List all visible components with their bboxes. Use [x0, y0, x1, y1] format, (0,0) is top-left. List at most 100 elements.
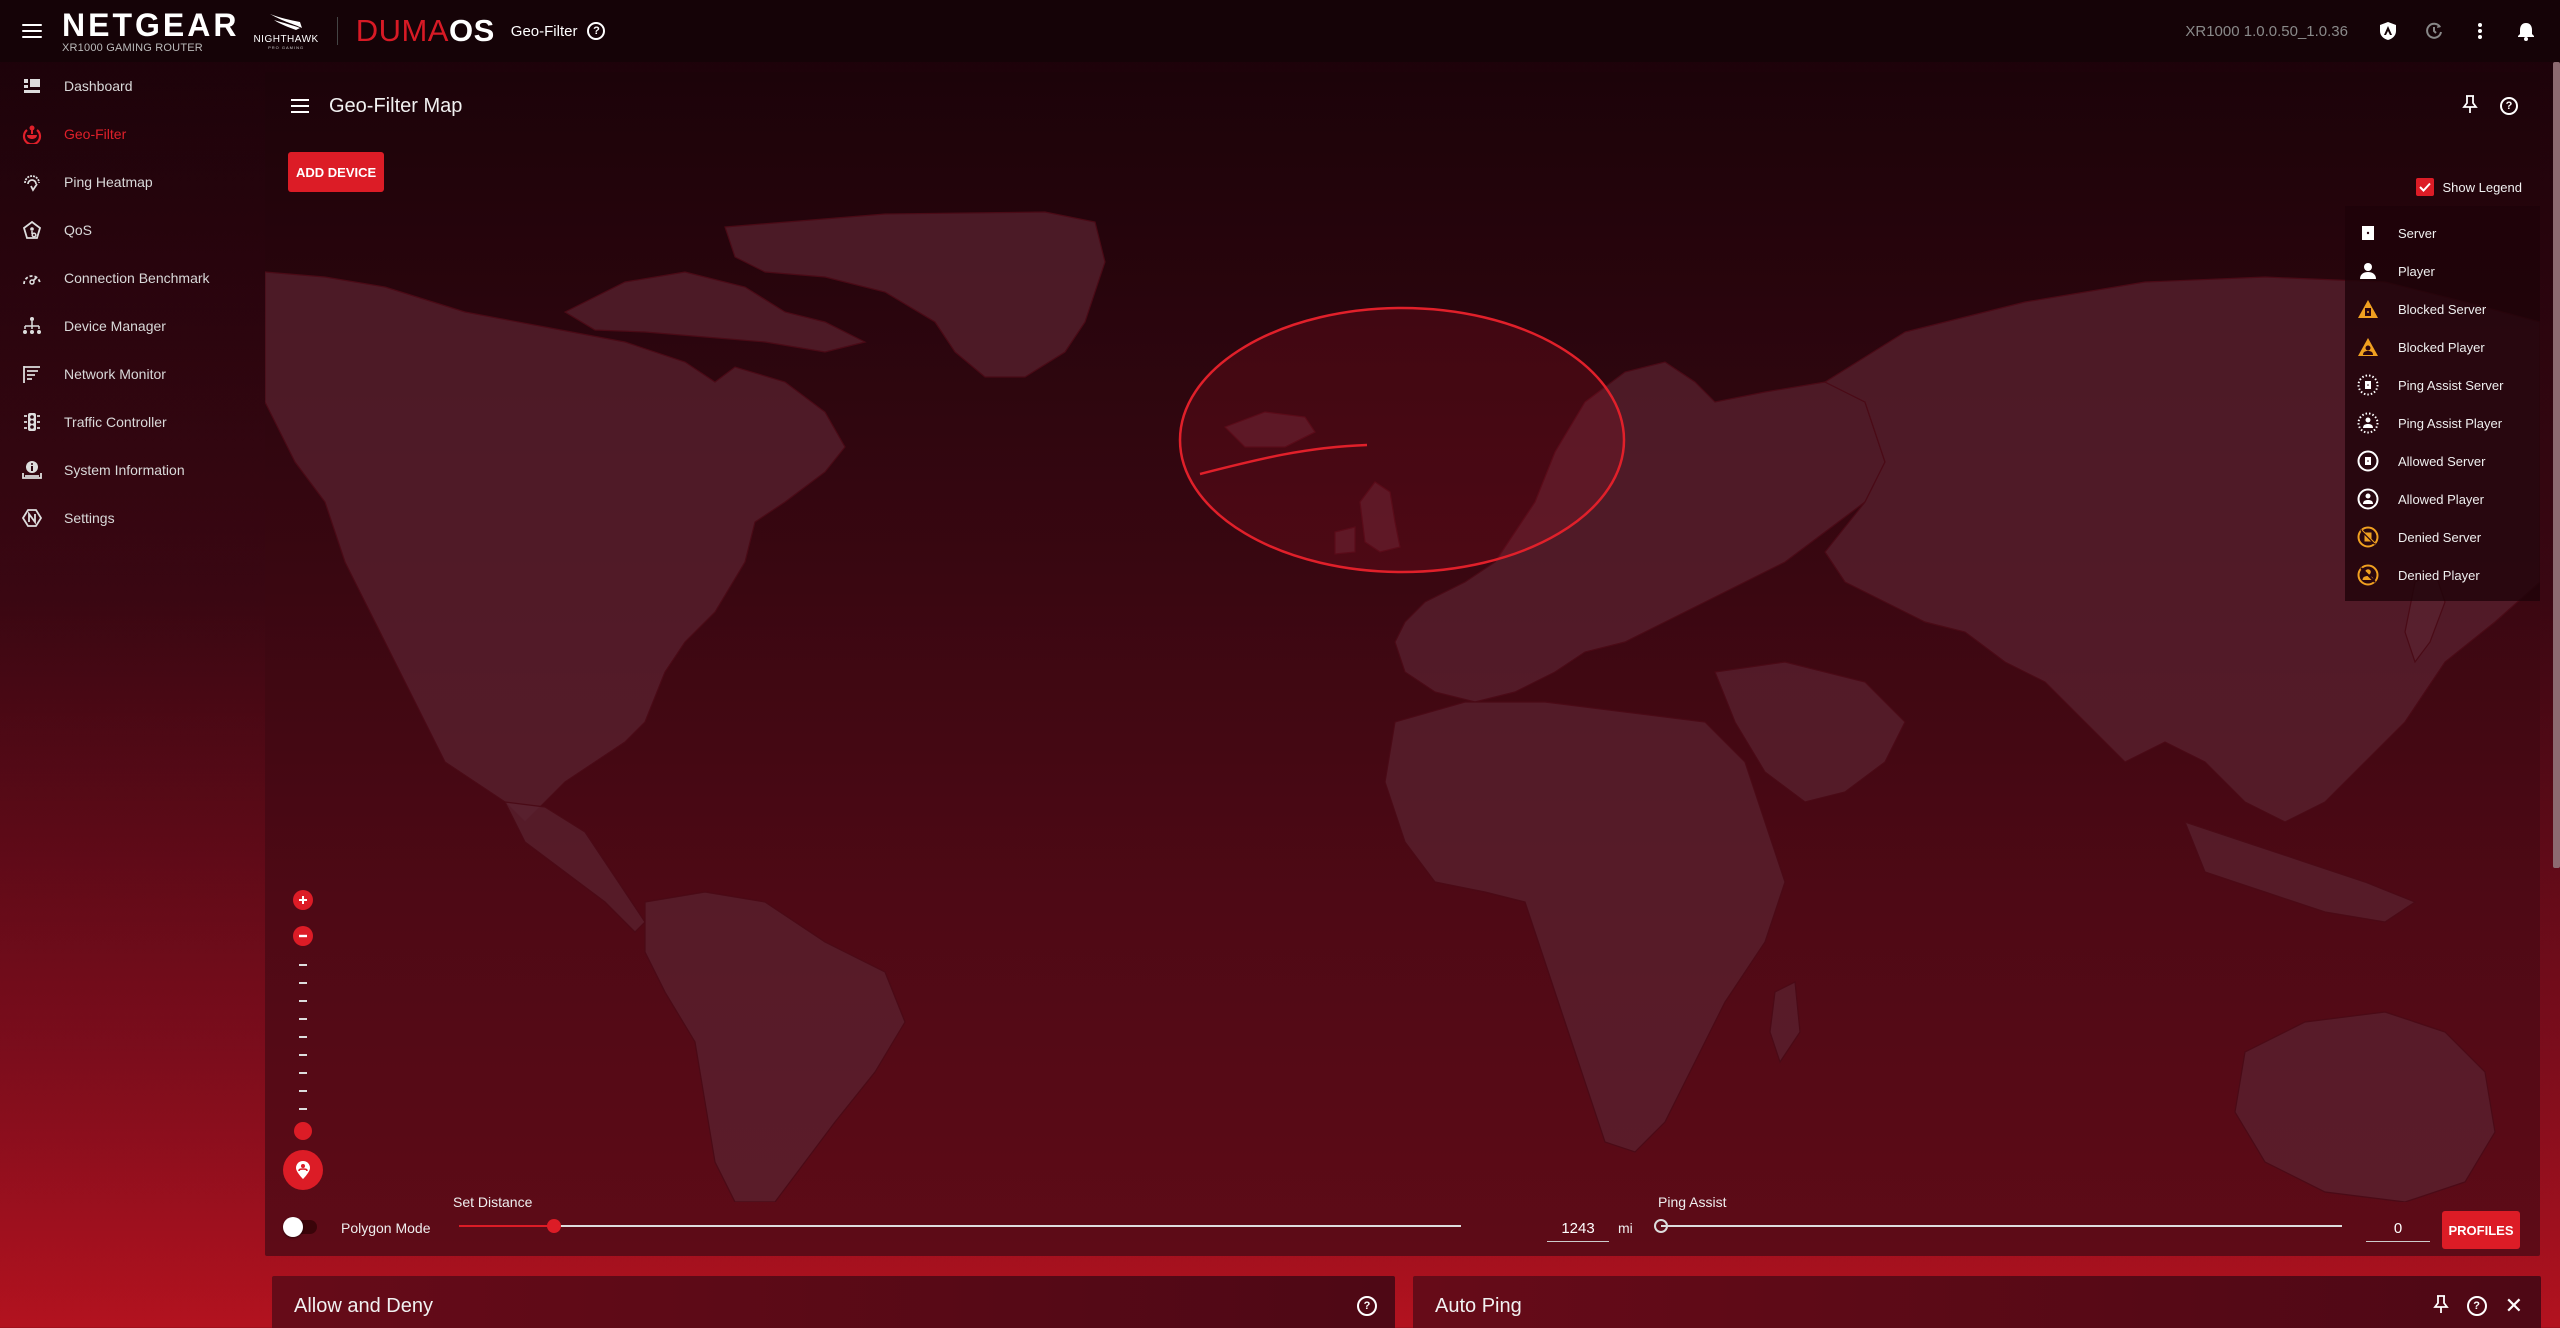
- sidebar-item-system-information[interactable]: System Information: [0, 446, 252, 494]
- brand-subtitle: XR1000 GAMING ROUTER: [62, 41, 203, 54]
- help-icon[interactable]: ?: [2466, 1296, 2487, 1316]
- ping-assist-player-icon: [2357, 412, 2379, 434]
- legend-label: Denied Server: [2398, 529, 2482, 545]
- denied-player-icon: [2357, 564, 2379, 586]
- shield-icon[interactable]: [2378, 21, 2398, 41]
- denied-server-icon: [2357, 526, 2379, 548]
- allowed-player-icon: [2357, 488, 2379, 510]
- sidebar-item-label: System Information: [64, 462, 185, 478]
- zoom-in-button[interactable]: [293, 890, 313, 910]
- nighthawk-logo: NIGHTHAWK PRO GAMING: [253, 12, 318, 50]
- distance-input[interactable]: [1547, 1216, 1609, 1242]
- pin-icon[interactable]: [2432, 1294, 2449, 1319]
- slider-track[interactable]: [1661, 1225, 2342, 1227]
- sidebar-item-qos[interactable]: QoS: [0, 206, 252, 254]
- zoom-slider[interactable]: [294, 956, 312, 1140]
- zoom-tick[interactable]: [299, 982, 307, 984]
- sidebar-item-network-monitor[interactable]: Network Monitor: [0, 350, 252, 398]
- server-icon: [2357, 222, 2379, 244]
- zoom-tick[interactable]: [299, 1018, 307, 1020]
- qos-icon: [22, 220, 42, 240]
- checkbox-checked-icon[interactable]: [2416, 178, 2435, 196]
- zoom-out-button[interactable]: [293, 926, 313, 946]
- zoom-tick[interactable]: [299, 1108, 307, 1110]
- card-header: Geo-Filter Map ?: [265, 72, 2540, 140]
- legend-item: Denied Server: [2345, 518, 2540, 556]
- map-land-north-america: [265, 271, 846, 823]
- more-vert-icon[interactable]: [2470, 21, 2490, 41]
- sidebar-item-label: Connection Benchmark: [64, 270, 210, 286]
- ping-assist-server-icon: [2357, 374, 2379, 396]
- slider-thumb[interactable]: [1654, 1219, 1668, 1233]
- brand-name: NETGEAR: [62, 6, 240, 43]
- legend-label: Ping Assist Player: [2398, 415, 2503, 431]
- profiles-button[interactable]: PROFILES: [2442, 1211, 2520, 1249]
- toggle-knob[interactable]: [283, 1217, 303, 1237]
- sidebar-item-ping-heatmap[interactable]: Ping Heatmap: [0, 158, 252, 206]
- netgear-logo: NETGEAR XR1000 GAMING ROUTER: [62, 9, 239, 54]
- ping-assist-slider[interactable]: [1654, 1216, 2342, 1236]
- map-land-south-america: [644, 891, 906, 1202]
- zoom-tick[interactable]: [299, 1000, 307, 1002]
- sidebar-item-device-manager[interactable]: Device Manager: [0, 302, 252, 350]
- card-menu-icon[interactable]: [291, 99, 309, 113]
- map-controls: Polygon Mode Set Distance mi Ping Assist…: [265, 1176, 2540, 1256]
- show-legend-label: Show Legend: [2442, 179, 2522, 195]
- ping-assist-label: Ping Assist: [1658, 1194, 1727, 1210]
- map-legend: Server Player Blocked Server Blocked Pla…: [2345, 206, 2540, 601]
- sidebar-item-label: Settings: [64, 510, 115, 526]
- menu-icon[interactable]: [22, 24, 42, 38]
- add-device-button[interactable]: ADD DEVICE: [288, 152, 385, 192]
- ping-assist-input[interactable]: [2366, 1216, 2430, 1242]
- system-info-icon: [22, 460, 42, 480]
- map-land-southeast-asia: [2183, 821, 2417, 923]
- firmware-version: XR1000 1.0.0.50_1.0.36: [2185, 22, 2348, 40]
- distance-unit: mi: [1618, 1220, 1633, 1236]
- geo-filter-map-card: Geo-Filter Map ? ADD DEVICE Show Legend …: [265, 72, 2540, 1256]
- zoom-tick[interactable]: [299, 1072, 307, 1074]
- sidebar-item-label: Device Manager: [64, 318, 166, 334]
- close-icon[interactable]: ✕: [2505, 1295, 2523, 1317]
- polygon-mode-toggle[interactable]: [283, 1217, 317, 1237]
- zoom-tick[interactable]: [299, 1054, 307, 1056]
- zoom-tick[interactable]: [299, 964, 307, 966]
- sidebar-item-settings[interactable]: Settings: [0, 494, 252, 542]
- geo-filter-radius-circle[interactable]: [1178, 306, 1626, 574]
- nighthawk-name: NIGHTHAWK: [253, 34, 319, 45]
- panel-title: Auto Ping: [1435, 1294, 1522, 1317]
- show-legend-checkbox[interactable]: Show Legend: [2416, 178, 2522, 196]
- zoom-tick[interactable]: [299, 1090, 307, 1092]
- page-scrollbar[interactable]: [2553, 62, 2560, 868]
- sidebar-item-geo-filter[interactable]: Geo-Filter: [0, 110, 252, 158]
- legend-item: Allowed Player: [2345, 480, 2540, 518]
- sidebar-item-label: Ping Heatmap: [64, 174, 153, 190]
- zoom-tick[interactable]: [299, 1036, 307, 1038]
- pin-icon[interactable]: [2462, 94, 2478, 119]
- speedometer-icon: [22, 268, 42, 288]
- allowed-server-icon: [2357, 450, 2379, 472]
- slider-fill: [459, 1225, 555, 1227]
- traffic-light-icon: [22, 412, 42, 432]
- help-icon[interactable]: ?: [1357, 1296, 1377, 1316]
- polygon-mode-label: Polygon Mode: [341, 1220, 431, 1236]
- distance-slider[interactable]: [459, 1216, 1461, 1236]
- device-tree-icon: [22, 316, 42, 336]
- nighthawk-wing-icon: [270, 14, 303, 30]
- network-monitor-icon: [22, 364, 42, 384]
- legend-label: Blocked Server: [2398, 301, 2487, 317]
- slider-thumb[interactable]: [547, 1219, 562, 1233]
- legend-item: Player: [2345, 252, 2540, 290]
- legend-label: Denied Player: [2398, 567, 2480, 583]
- history-icon[interactable]: [2424, 21, 2444, 41]
- map-land-madagascar: [1769, 981, 1801, 1064]
- sidebar-item-connection-benchmark[interactable]: Connection Benchmark: [0, 254, 252, 302]
- help-icon[interactable]: ?: [2500, 97, 2518, 115]
- world-map[interactable]: [265, 202, 2540, 1202]
- zoom-slider-thumb[interactable]: [294, 1122, 312, 1140]
- legend-item: Denied Player: [2345, 556, 2540, 594]
- sidebar-item-traffic-controller[interactable]: Traffic Controller: [0, 398, 252, 446]
- sidebar-item-dashboard[interactable]: Dashboard: [0, 62, 252, 110]
- slider-track[interactable]: [459, 1225, 1461, 1227]
- bell-icon[interactable]: [2516, 21, 2536, 41]
- help-icon[interactable]: ?: [587, 22, 606, 40]
